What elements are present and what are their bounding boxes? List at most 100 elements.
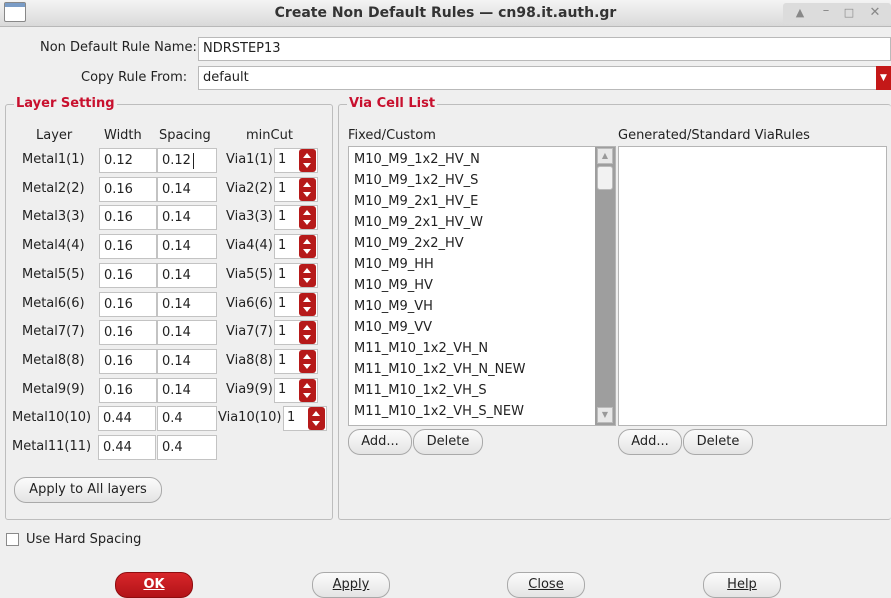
use-hard-spacing-checkbox[interactable] bbox=[6, 533, 19, 546]
mincut-value: 1 bbox=[278, 324, 287, 339]
layer-name-label: Metal4(4) bbox=[22, 238, 85, 253]
spin-arrows-icon[interactable] bbox=[299, 149, 316, 172]
width-input[interactable]: 0.16 bbox=[99, 292, 157, 317]
via-name-label: Via2(2) bbox=[226, 181, 273, 196]
mincut-value: 1 bbox=[278, 209, 287, 224]
list-item[interactable]: M10_M9_HV bbox=[349, 275, 595, 296]
via-name-label: Via4(4) bbox=[226, 238, 273, 253]
window-title: Create Non Default Rules — cn98.it.auth.… bbox=[274, 5, 617, 21]
apply-to-all-layers-button[interactable]: Apply to All layers bbox=[14, 477, 162, 503]
generated-standard-list[interactable] bbox=[618, 146, 887, 426]
spacing-input[interactable]: 0.14 bbox=[157, 292, 217, 317]
list-item[interactable]: M10_M9_1x2_HV_S bbox=[349, 170, 595, 191]
spin-arrows-icon[interactable] bbox=[299, 178, 316, 201]
spin-arrows-icon[interactable] bbox=[299, 206, 316, 229]
header-spacing: Spacing bbox=[159, 128, 211, 143]
spin-arrows-icon[interactable] bbox=[299, 264, 316, 287]
width-input[interactable]: 0.16 bbox=[99, 234, 157, 259]
width-input[interactable]: 0.16 bbox=[99, 177, 157, 202]
spacing-input[interactable]: 0.14 bbox=[157, 205, 217, 230]
ndr-name-label: Non Default Rule Name: bbox=[40, 40, 197, 55]
spacing-input[interactable]: 0.14 bbox=[157, 177, 217, 202]
width-input[interactable]: 0.44 bbox=[98, 406, 156, 431]
spin-arrows-icon[interactable] bbox=[299, 321, 316, 344]
fixed-add-button[interactable]: Add... bbox=[348, 429, 412, 455]
mincut-value: 1 bbox=[278, 152, 287, 167]
fixed-delete-button[interactable]: Delete bbox=[413, 429, 483, 455]
list-item[interactable]: M10_M9_2x2_HV bbox=[349, 233, 595, 254]
layer-name-label: Metal9(9) bbox=[22, 382, 85, 397]
layer-name-label: Metal10(10) bbox=[12, 410, 92, 425]
list-item[interactable]: M10_M9_HH bbox=[349, 254, 595, 275]
close-icon[interactable]: ✕ bbox=[864, 4, 886, 22]
text-cursor bbox=[193, 153, 194, 169]
spacing-input[interactable]: 0.14 bbox=[157, 320, 217, 345]
fixed-custom-list[interactable]: M10_M9_1x2_HV_N M10_M9_1x2_HV_S M10_M9_2x1… bbox=[348, 146, 616, 426]
spin-arrows-icon[interactable] bbox=[308, 407, 325, 430]
list-item[interactable]: M11_M10_1x2_VH_S_NEW bbox=[349, 401, 595, 422]
list-item[interactable]: M10_M9_VV bbox=[349, 317, 595, 338]
spacing-input[interactable]: 0.4 bbox=[157, 435, 217, 460]
layer-setting-title: Layer Setting bbox=[14, 96, 117, 111]
minimize-icon[interactable]: – bbox=[815, 4, 837, 22]
shade-icon[interactable]: ▲ bbox=[789, 4, 811, 22]
spin-arrows-icon[interactable] bbox=[299, 379, 316, 402]
via-name-label: Via7(7) bbox=[226, 324, 273, 339]
layer-name-label: Metal8(8) bbox=[22, 353, 85, 368]
spacing-input[interactable]: 0.4 bbox=[157, 406, 217, 431]
width-input[interactable]: 0.16 bbox=[99, 378, 157, 403]
copy-from-select[interactable]: default bbox=[198, 66, 891, 90]
mincut-value: 1 bbox=[278, 238, 287, 253]
generated-delete-button[interactable]: Delete bbox=[683, 429, 753, 455]
header-mincut: minCut bbox=[246, 128, 293, 143]
mincut-value: 1 bbox=[278, 382, 287, 397]
spin-arrows-icon[interactable] bbox=[299, 235, 316, 258]
layer-name-label: Metal5(5) bbox=[22, 267, 85, 282]
mincut-value: 1 bbox=[278, 181, 287, 196]
ok-button[interactable]: OK bbox=[115, 572, 193, 598]
spacing-input[interactable]: 0.12 bbox=[157, 148, 217, 173]
width-input[interactable]: 0.44 bbox=[98, 435, 156, 460]
apply-button[interactable]: Apply bbox=[312, 572, 390, 598]
help-button[interactable]: Help bbox=[703, 572, 781, 598]
scroll-thumb[interactable] bbox=[597, 166, 613, 190]
mincut-value: 1 bbox=[287, 410, 296, 425]
width-input[interactable]: 0.16 bbox=[99, 263, 157, 288]
spin-arrows-icon[interactable] bbox=[299, 293, 316, 316]
list-item[interactable]: M11_M10_1x2_VH_S bbox=[349, 380, 595, 401]
spacing-input[interactable]: 0.14 bbox=[157, 263, 217, 288]
width-input[interactable]: 0.16 bbox=[99, 349, 157, 374]
layer-name-label: Metal7(7) bbox=[22, 324, 85, 339]
fixed-custom-label: Fixed/Custom bbox=[348, 128, 436, 143]
layer-name-label: Metal6(6) bbox=[22, 296, 85, 311]
generated-standard-label: Generated/Standard ViaRules bbox=[618, 128, 810, 143]
maximize-icon[interactable]: □ bbox=[838, 4, 860, 22]
list-item[interactable]: M10_M9_2x1_HV_W bbox=[349, 212, 595, 233]
ndr-name-input[interactable]: NDRSTEP13 bbox=[198, 37, 891, 61]
layer-name-label: Metal11(11) bbox=[12, 439, 92, 454]
width-input[interactable]: 0.16 bbox=[99, 320, 157, 345]
width-input[interactable]: 0.12 bbox=[99, 148, 157, 173]
list-item[interactable]: M11_M10_1x2_VH_N bbox=[349, 338, 595, 359]
generated-add-button[interactable]: Add... bbox=[618, 429, 682, 455]
layer-name-label: Metal3(3) bbox=[22, 209, 85, 224]
scroll-up-icon[interactable]: ▲ bbox=[597, 148, 613, 164]
spacing-input[interactable]: 0.14 bbox=[157, 349, 217, 374]
mincut-value: 1 bbox=[278, 296, 287, 311]
close-button[interactable]: Close bbox=[507, 572, 585, 598]
list-item[interactable]: M10_M9_1x2_HV_N bbox=[349, 149, 595, 170]
layer-name-label: Metal2(2) bbox=[22, 181, 85, 196]
via-name-label: Via9(9) bbox=[226, 382, 273, 397]
spacing-input[interactable]: 0.14 bbox=[157, 378, 217, 403]
list-item[interactable]: M10_M9_VH bbox=[349, 296, 595, 317]
spin-arrows-icon[interactable] bbox=[299, 350, 316, 373]
list-item[interactable]: M11_M10_1x2_VH_N_NEW bbox=[349, 359, 595, 380]
list-item[interactable]: M10_M9_2x1_HV_E bbox=[349, 191, 595, 212]
width-input[interactable]: 0.16 bbox=[99, 205, 157, 230]
use-hard-spacing-label: Use Hard Spacing bbox=[26, 532, 142, 547]
scroll-down-icon[interactable]: ▼ bbox=[597, 407, 613, 423]
chevron-down-icon[interactable]: ▼ bbox=[876, 66, 891, 90]
header-layer: Layer bbox=[36, 128, 73, 143]
spacing-input[interactable]: 0.14 bbox=[157, 234, 217, 259]
via-name-label: Via1(1) bbox=[226, 152, 273, 167]
